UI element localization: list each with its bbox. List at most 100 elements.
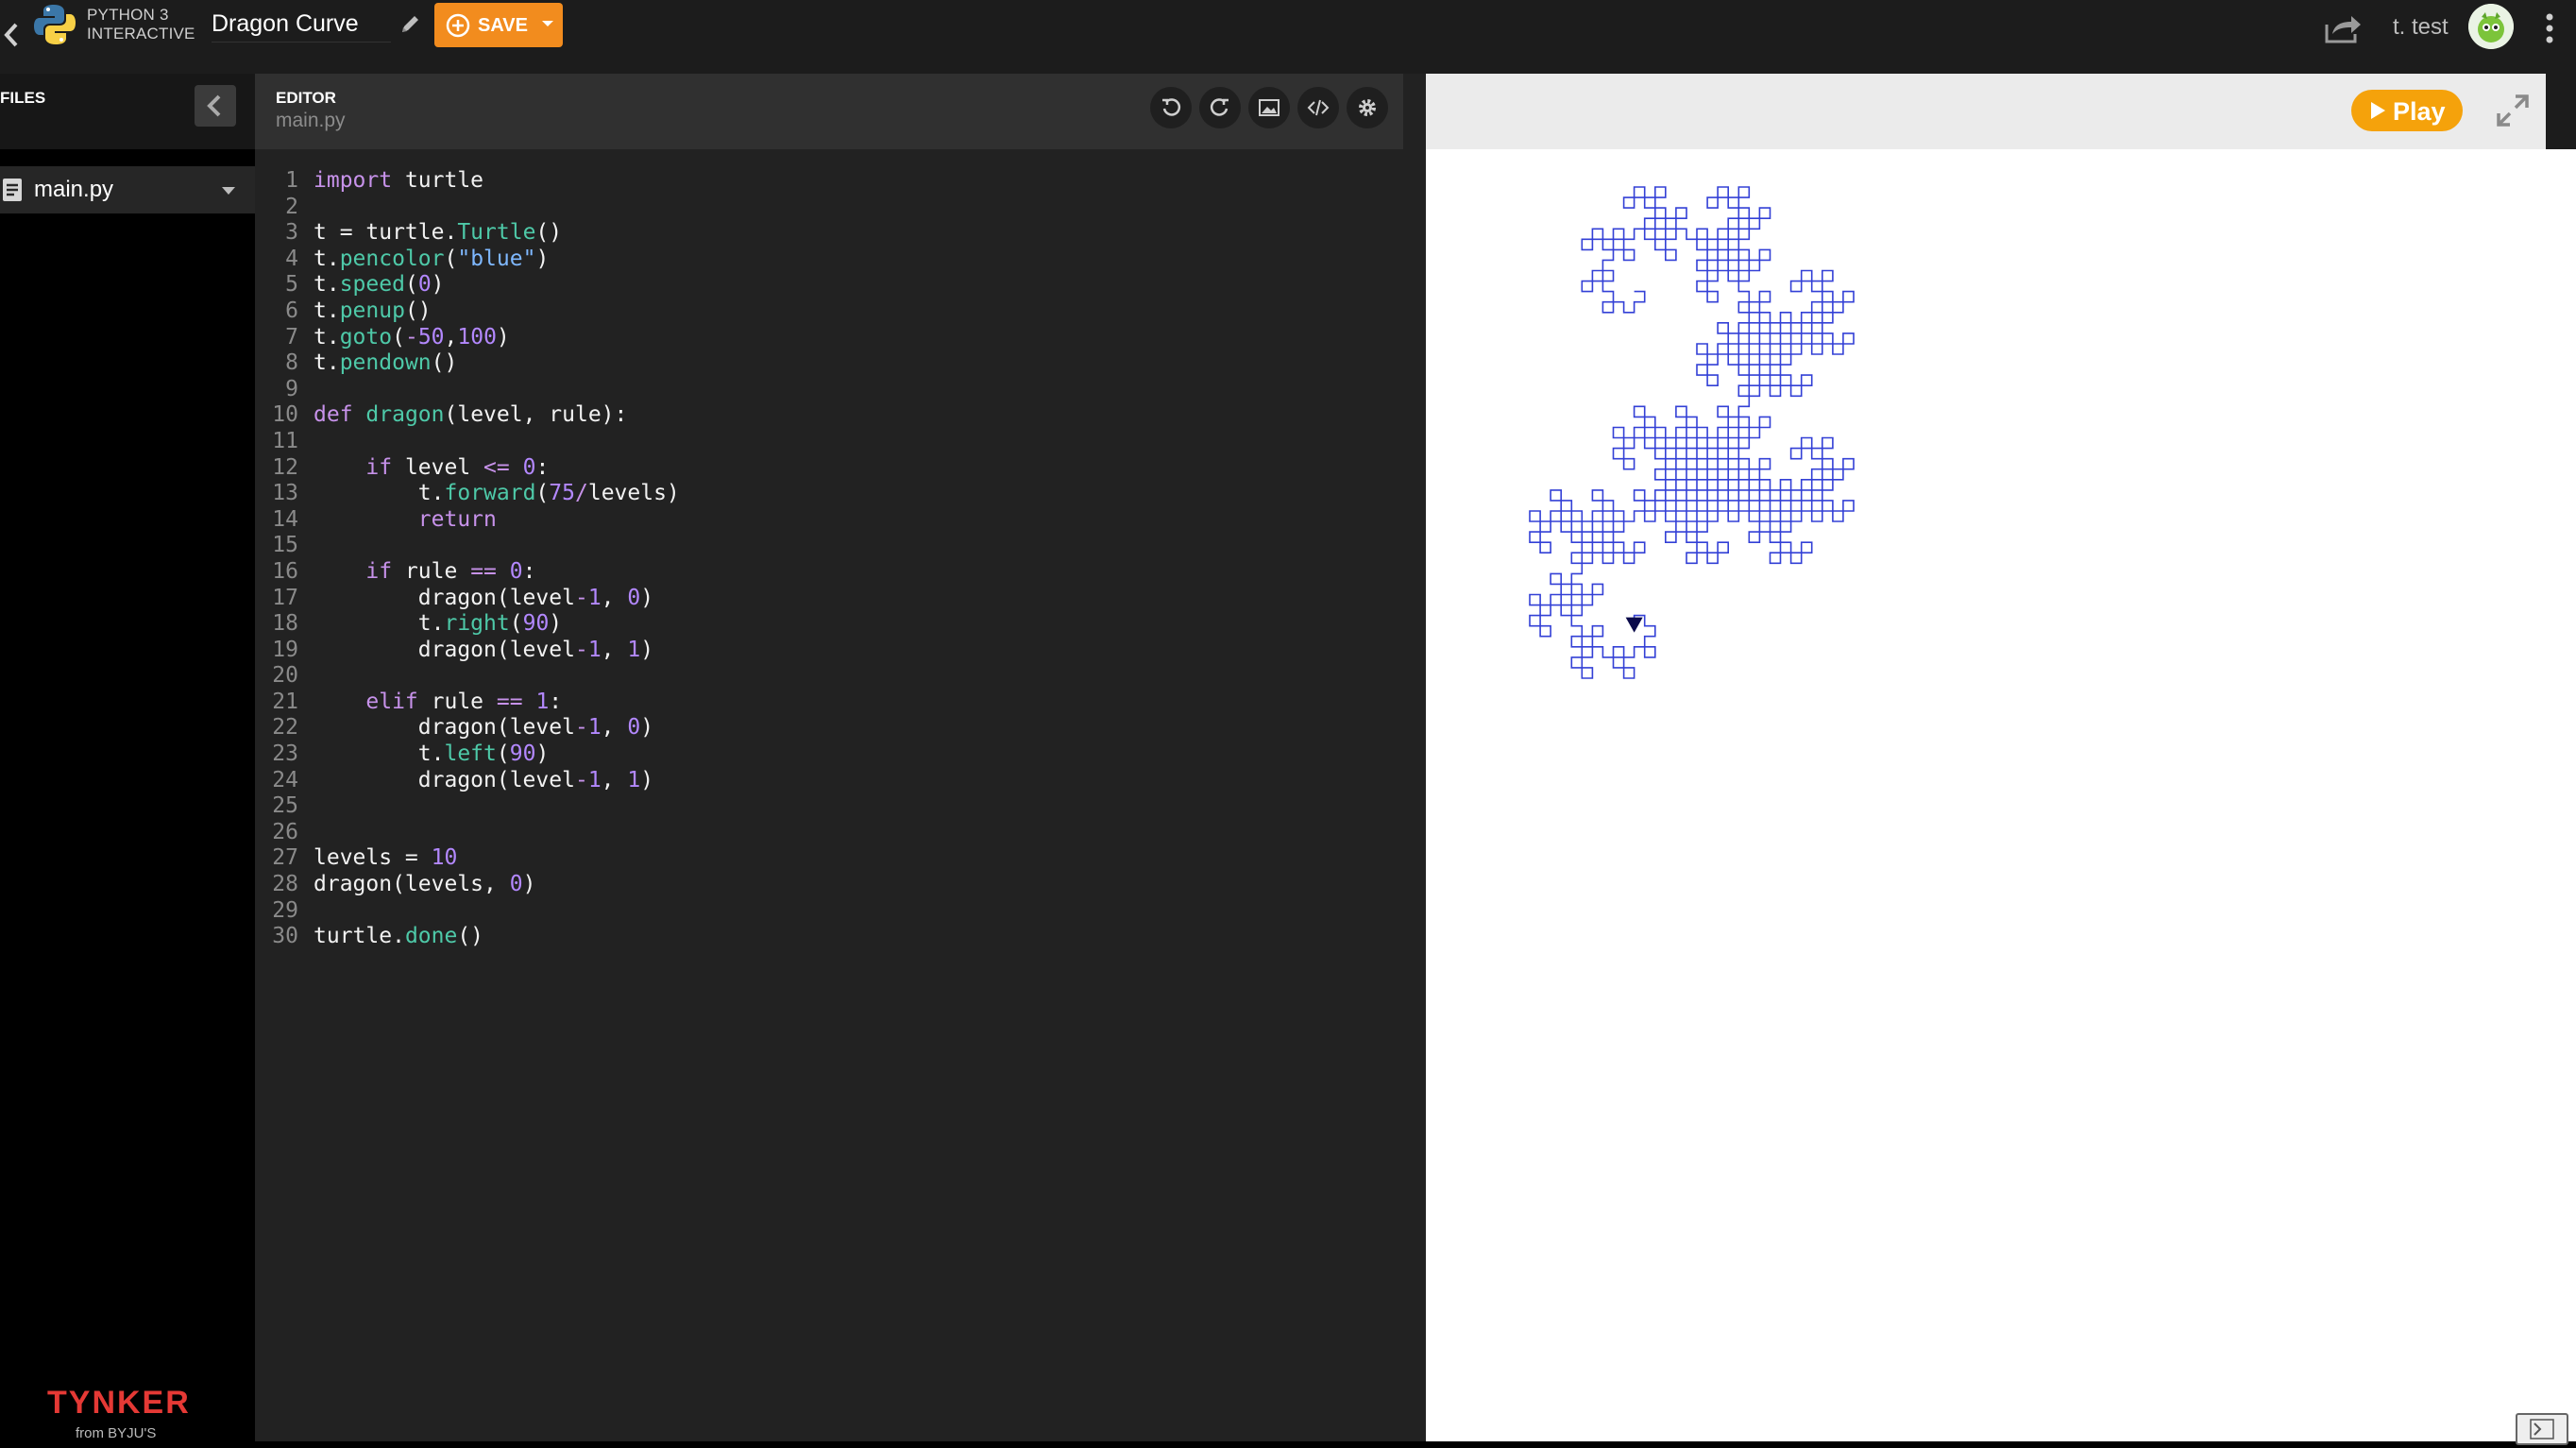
code-line[interactable]: 4 t.pencolor("blue") <box>255 247 1403 273</box>
code-line[interactable]: 1 import turtle <box>255 168 1403 195</box>
file-item-main-py[interactable]: main.py <box>0 166 255 213</box>
output-panel: Play <box>1426 74 2576 1445</box>
code-text: if rule == 0: <box>365 558 536 584</box>
line-number: 11 <box>272 428 298 453</box>
project-title[interactable]: Dragon Curve <box>212 8 391 43</box>
expand-icon[interactable] <box>2493 91 2533 130</box>
user-name[interactable]: t. test <box>2393 13 2449 42</box>
chevron-down-icon[interactable] <box>540 16 555 31</box>
dragon-curve-path <box>1529 186 1855 679</box>
language-label: PYTHON 3 INTERACTIVE <box>87 6 195 43</box>
code-line[interactable]: 5 t.speed(0) <box>255 272 1403 298</box>
line-number: 20 <box>272 663 298 689</box>
play-label: Play <box>2393 97 2446 126</box>
code-line[interactable]: 7 t.goto(-50,100) <box>255 325 1403 351</box>
code-line[interactable]: 30 turtle.done() <box>255 924 1403 950</box>
code-line[interactable]: 23 t.left(90) <box>255 741 1403 768</box>
tynker-logo: TYNKER from BYJU'S <box>47 1385 191 1441</box>
code-line[interactable]: 22 dragon(level-1, 0) <box>255 715 1403 741</box>
code-text: elif rule == 1: <box>365 689 563 714</box>
code-line[interactable]: 19 dragon(level-1, 1) <box>255 638 1403 664</box>
console-toggle-button[interactable] <box>2516 1413 2568 1445</box>
back-arrow-icon[interactable] <box>0 11 23 59</box>
output-header: Play <box>1426 74 2576 149</box>
code-line[interactable]: 29 <box>255 898 1403 925</box>
code-line[interactable]: 8 t.pendown() <box>255 350 1403 377</box>
line-number: 24 <box>272 767 298 792</box>
code-line[interactable]: 15 <box>255 533 1403 559</box>
code-line[interactable]: 13 t.forward(75/levels) <box>255 481 1403 507</box>
terminal-icon <box>2530 1419 2554 1439</box>
code-line[interactable]: 14 return <box>255 507 1403 534</box>
code-line[interactable]: 27 levels = 10 <box>255 845 1403 872</box>
code-view-button[interactable] <box>1297 87 1339 128</box>
python-logo-icon <box>34 5 76 44</box>
chevron-left-icon <box>207 94 221 117</box>
code-text: t.forward(75/levels) <box>314 481 680 506</box>
code-line[interactable]: 26 <box>255 820 1403 846</box>
code-line[interactable]: 20 <box>255 663 1403 690</box>
line-number: 8 <box>285 350 298 376</box>
code-line[interactable]: 28 dragon(levels, 0) <box>255 872 1403 898</box>
play-button[interactable]: Play <box>2351 90 2463 131</box>
language-label-line2: INTERACTIVE <box>87 25 195 43</box>
code-line[interactable]: 3 t = turtle.Turtle() <box>255 220 1403 247</box>
undo-icon <box>1162 98 1181 116</box>
chevron-down-icon[interactable] <box>221 185 236 196</box>
tynker-logo-text: TYNKER <box>47 1385 191 1421</box>
turtle-canvas <box>1529 186 1855 679</box>
code-line[interactable]: 16 if rule == 0: <box>255 559 1403 586</box>
code-icon <box>1307 99 1330 116</box>
code-line[interactable]: 25 <box>255 793 1403 820</box>
line-number: 19 <box>272 637 298 662</box>
share-icon[interactable] <box>2323 11 2363 45</box>
pencil-icon[interactable] <box>398 11 421 38</box>
more-menu-icon[interactable] <box>2542 9 2557 47</box>
line-number: 29 <box>272 897 298 923</box>
code-line[interactable]: 10 def dragon(level, rule): <box>255 402 1403 429</box>
code-line[interactable]: 17 dragon(level-1, 0) <box>255 586 1403 612</box>
code-text: return <box>417 506 497 532</box>
scrollbar[interactable] <box>2546 74 2576 149</box>
save-label: SAVE <box>478 15 528 36</box>
line-number: 7 <box>285 324 298 349</box>
image-icon <box>1259 99 1280 116</box>
save-button[interactable]: SAVE <box>434 3 563 47</box>
code-text: t.pencolor("blue") <box>314 246 550 271</box>
collapse-files-button[interactable] <box>195 85 236 127</box>
files-header: FILES <box>0 74 255 149</box>
editor-panel: EDITOR main.py 1 import turtle 2 3 t = turtl… <box>255 74 1426 1441</box>
redo-button[interactable] <box>1199 87 1241 128</box>
code-text: def dragon(level, rule): <box>314 402 628 428</box>
editor-header: EDITOR main.py <box>255 74 1403 149</box>
code-area[interactable]: 1 import turtle 2 3 t = turtle.Turtle() 4 t.pe… <box>255 168 1403 950</box>
file-name: main.py <box>34 177 114 202</box>
line-number: 30 <box>272 924 298 949</box>
line-number: 18 <box>272 611 298 637</box>
code-line[interactable]: 18 t.right(90) <box>255 611 1403 638</box>
code-line[interactable]: 9 <box>255 377 1403 403</box>
code-text: levels = 10 <box>314 845 458 871</box>
image-button[interactable] <box>1248 87 1290 128</box>
code-text: t = turtle.Turtle() <box>314 220 563 246</box>
gear-icon <box>1359 99 1376 116</box>
line-number: 15 <box>272 533 298 558</box>
line-number: 16 <box>272 558 298 584</box>
code-line[interactable]: 11 <box>255 429 1403 455</box>
code-text: t.speed(0) <box>314 272 445 298</box>
turtle-cursor-icon <box>1625 617 1643 633</box>
line-number: 4 <box>285 246 298 271</box>
code-line[interactable]: 21 elif rule == 1: <box>255 690 1403 716</box>
code-line[interactable]: 12 if level <= 0: <box>255 455 1403 482</box>
settings-button[interactable] <box>1347 87 1388 128</box>
editor-filename: main.py <box>276 110 346 131</box>
undo-button[interactable] <box>1150 87 1192 128</box>
line-number: 2 <box>285 194 298 219</box>
code-line[interactable]: 24 dragon(level-1, 1) <box>255 768 1403 794</box>
avatar[interactable] <box>2468 4 2514 49</box>
code-text: dragon(level-1, 1) <box>314 637 654 662</box>
line-number: 5 <box>285 272 298 298</box>
code-line[interactable]: 2 <box>255 195 1403 221</box>
line-number: 26 <box>272 819 298 844</box>
code-line[interactable]: 6 t.penup() <box>255 298 1403 325</box>
